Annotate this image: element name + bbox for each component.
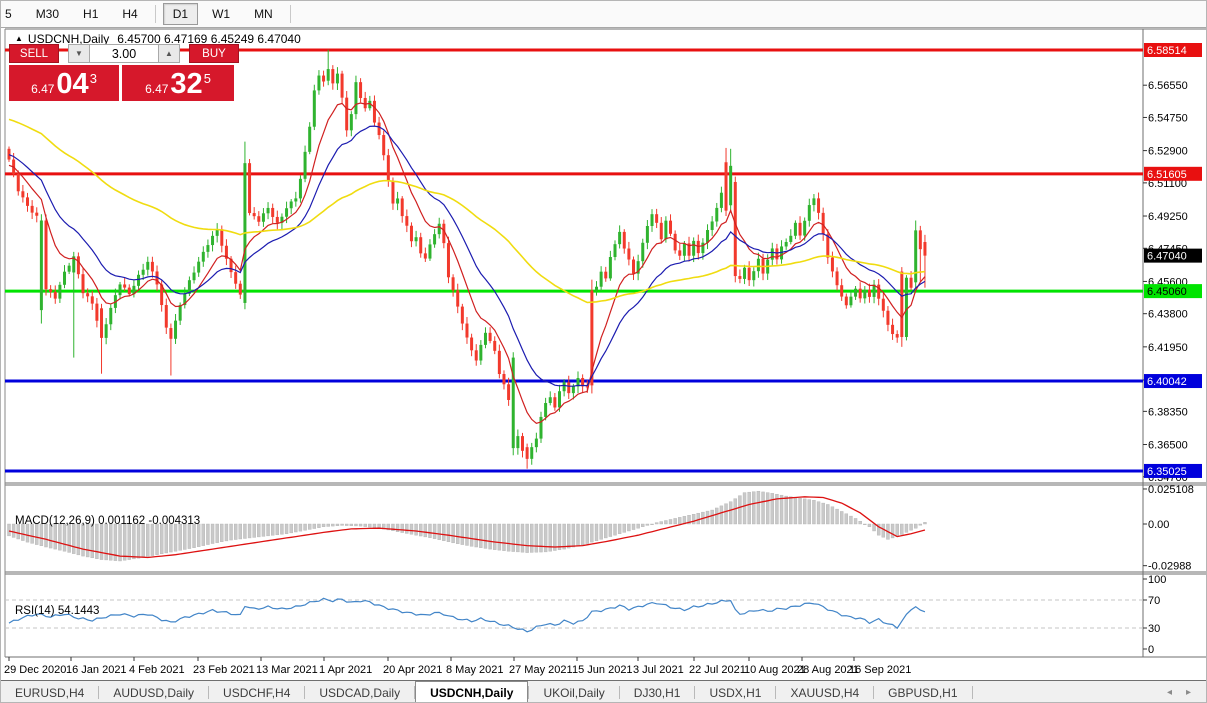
svg-text:22 Jul 2021: 22 Jul 2021 (689, 664, 746, 676)
svg-text:29 Dec 2020: 29 Dec 2020 (4, 664, 66, 676)
tab-ukoil-daily[interactable]: UKOil,Daily (529, 681, 618, 703)
svg-text:16 Sep 2021: 16 Sep 2021 (849, 664, 911, 676)
timeframe-button-W1[interactable]: W1 (202, 3, 240, 25)
svg-text:6.56550: 6.56550 (1148, 80, 1188, 92)
sell-price-display[interactable]: 6.47 04 3 (9, 65, 119, 101)
svg-text:6.45060: 6.45060 (1147, 286, 1187, 298)
svg-text:30: 30 (1148, 623, 1160, 635)
rsi-value: 54.1443 (58, 605, 100, 617)
tab-usdcad-daily[interactable]: USDCAD,Daily (305, 681, 414, 703)
svg-text:6.58514: 6.58514 (1147, 45, 1187, 57)
macd-label: MACD(12,26,9) 0.001162 -0.004313 (15, 515, 200, 527)
svg-text:15 Jun 2021: 15 Jun 2021 (572, 664, 633, 676)
sell-price-pip: 3 (90, 73, 97, 85)
svg-text:6.47040: 6.47040 (1147, 251, 1187, 263)
tab-scroll-left-icon[interactable]: ◂ (1160, 687, 1179, 698)
svg-text:16 Jan 2021: 16 Jan 2021 (66, 664, 127, 676)
svg-text:6.49250: 6.49250 (1148, 211, 1188, 223)
toolbar-separator (155, 5, 156, 23)
tab-separator (972, 686, 973, 699)
svg-text:20 Apr 2021: 20 Apr 2021 (383, 664, 442, 676)
collapse-arrow-icon[interactable]: ▲ (15, 34, 23, 43)
tab-audusd-daily[interactable]: AUDUSD,Daily (99, 681, 208, 703)
svg-text:6.35025: 6.35025 (1147, 466, 1187, 478)
tab-usdcnh-daily[interactable]: USDCNH,Daily (415, 681, 528, 703)
rsi-label: RSI(14) 54.1443 (15, 605, 99, 617)
svg-text:6.36500: 6.36500 (1148, 440, 1188, 452)
timeframe-button-MN[interactable]: MN (244, 3, 283, 25)
timeframe-toolbar: 5M30H1H4 D1W1MN (1, 1, 1207, 28)
tab-usdchf-h4[interactable]: USDCHF,H4 (209, 681, 304, 703)
sell-price-prefix: 6.47 (31, 80, 54, 99)
macd-values: 0.001162 -0.004313 (98, 515, 200, 527)
tab-xauusd-h4[interactable]: XAUUSD,H4 (776, 681, 873, 703)
tab-usdx-h1[interactable]: USDX,H1 (695, 681, 775, 703)
svg-text:13 Mar 2021: 13 Mar 2021 (256, 664, 318, 676)
chart-tab-bar: EURUSD,H4AUDUSD,DailyUSDCHF,H4USDCAD,Dai… (1, 680, 1207, 703)
svg-text:1 Apr 2021: 1 Apr 2021 (319, 664, 372, 676)
buy-button[interactable]: BUY (189, 44, 239, 63)
svg-text:0.00: 0.00 (1148, 519, 1169, 531)
tab-gbpusd-h1[interactable]: GBPUSD,H1 (874, 681, 971, 703)
svg-text:6.43800: 6.43800 (1148, 309, 1188, 321)
svg-text:-0.02988: -0.02988 (1148, 561, 1191, 573)
toolbar-separator (290, 5, 291, 23)
buy-price-big: 32 (170, 70, 202, 99)
svg-text:3 Jul 2021: 3 Jul 2021 (633, 664, 684, 676)
sell-button[interactable]: SELL (9, 44, 59, 63)
buy-price-display[interactable]: 6.47 32 5 (122, 65, 234, 101)
volume-increase-icon[interactable]: ▲ (159, 44, 180, 63)
one-click-trade-panel: SELL ▼ ▲ BUY 6.47 04 3 6.47 32 5 (9, 44, 239, 101)
buy-price-pip: 5 (204, 73, 211, 85)
tab-scroll-arrows: ◂▸ (1160, 681, 1207, 703)
svg-text:23 Feb 2021: 23 Feb 2021 (193, 664, 255, 676)
svg-text:6.38350: 6.38350 (1148, 406, 1188, 418)
timeframe-button-H4[interactable]: H4 (112, 3, 147, 25)
volume-input[interactable] (89, 44, 159, 63)
svg-text:27 May 2021: 27 May 2021 (509, 664, 573, 676)
svg-text:4 Feb 2021: 4 Feb 2021 (129, 664, 185, 676)
trading-terminal-window: 5M30H1H4D1W1MN 6.565506.547506.529006.51… (0, 0, 1207, 703)
svg-text:6.40042: 6.40042 (1147, 376, 1187, 388)
svg-text:0: 0 (1148, 644, 1154, 656)
svg-text:0.025108: 0.025108 (1148, 484, 1194, 496)
svg-text:70: 70 (1148, 595, 1160, 607)
timeframe-button-5[interactable]: 5 (0, 3, 22, 25)
sell-price-big: 04 (56, 70, 88, 99)
timeframe-button-D1[interactable]: D1 (163, 3, 198, 25)
tab-dj30-h1[interactable]: DJ30,H1 (620, 681, 695, 703)
price-chart[interactable]: 6.565506.547506.529006.511006.492506.474… (1, 28, 1207, 680)
buy-price-prefix: 6.47 (145, 80, 168, 99)
svg-text:6.54750: 6.54750 (1148, 112, 1188, 124)
volume-decrease-icon[interactable]: ▼ (68, 44, 89, 63)
svg-text:100: 100 (1148, 574, 1166, 586)
timeframe-button-H1[interactable]: H1 (73, 3, 108, 25)
svg-text:6.51605: 6.51605 (1147, 169, 1187, 181)
svg-text:6.52900: 6.52900 (1148, 146, 1188, 158)
svg-text:8 May 2021: 8 May 2021 (446, 664, 503, 676)
tab-scroll-right-icon[interactable]: ▸ (1179, 687, 1198, 698)
timeframe-button-M30[interactable]: M30 (26, 3, 69, 25)
svg-text:6.41950: 6.41950 (1148, 342, 1188, 354)
tab-eurusd-h4[interactable]: EURUSD,H4 (1, 681, 98, 703)
